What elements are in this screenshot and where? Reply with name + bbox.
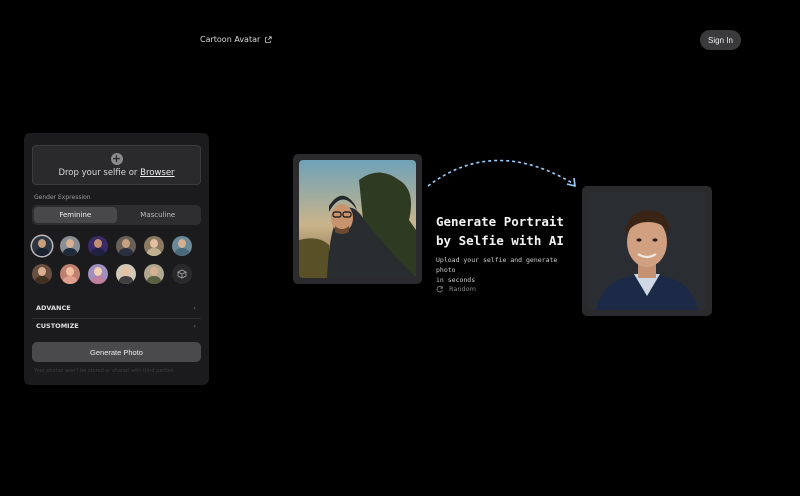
tab-feminine[interactable]: Feminine [34, 207, 117, 223]
dashed-arrow-icon [427, 159, 576, 188]
upload-drop-zone[interactable]: + Drop your selfie or Browser [32, 145, 201, 185]
tab-masculine[interactable]: Masculine [117, 207, 200, 223]
selfie-example-card [293, 154, 422, 284]
nav-cartoon-avatar-link[interactable]: Cartoon Avatar [200, 35, 272, 44]
cube-icon [177, 269, 187, 279]
avatar-option[interactable] [116, 264, 136, 284]
headline-line-1: Generate Portrait [436, 214, 564, 229]
refresh-icon [436, 286, 443, 293]
hero-subtext: Upload your selfie and generate photo in… [436, 255, 576, 285]
portrait-image [588, 192, 706, 310]
generator-panel: + Drop your selfie or Browser Gender Exp… [24, 133, 209, 385]
avatar-option[interactable] [32, 236, 52, 256]
hero-headline: Generate Portrait by Selfie with AI [436, 212, 576, 250]
drop-text: Drop your selfie or Browser [58, 168, 174, 178]
external-link-icon [265, 35, 272, 43]
avatar-option[interactable] [32, 264, 52, 284]
customize-section-toggle[interactable]: CUSTOMIZE ‹ [36, 322, 196, 330]
avatar-option[interactable] [172, 236, 192, 256]
chevron-left-icon: ‹ [193, 304, 196, 312]
random-label: Random [449, 285, 476, 293]
advance-label: ADVANCE [36, 304, 71, 312]
portrait-result-card [582, 186, 712, 316]
subtext-line-2: in seconds [436, 276, 476, 284]
avatar-option[interactable] [60, 264, 80, 284]
gender-expression-label: Gender Expression [34, 194, 91, 201]
selfie-image [299, 160, 416, 278]
gender-toggle: Feminine Masculine [32, 205, 201, 225]
customize-label: CUSTOMIZE [36, 322, 79, 330]
chevron-left-icon: ‹ [193, 322, 196, 330]
avatar-option[interactable] [88, 236, 108, 256]
divider [32, 318, 201, 319]
avatar-option[interactable] [144, 264, 164, 284]
avatar-style-grid [32, 236, 202, 284]
avatar-option[interactable] [88, 264, 108, 284]
nav-link-label: Cartoon Avatar [200, 35, 261, 44]
advance-section-toggle[interactable]: ADVANCE ‹ [36, 304, 196, 312]
subtext-line-1: Upload your selfie and generate photo [436, 256, 558, 274]
generate-photo-button[interactable]: Generate Photo [32, 342, 201, 362]
drop-prefix: Drop your selfie or [58, 167, 138, 178]
sign-in-button[interactable]: Sign In [700, 30, 741, 50]
avatar-option-3d[interactable] [172, 264, 192, 284]
avatar-option[interactable] [60, 236, 80, 256]
privacy-note: Your photos won't be stored or shared wi… [34, 368, 174, 374]
avatar-option[interactable] [144, 236, 164, 256]
random-button[interactable]: Random [436, 285, 476, 293]
headline-line-2: by Selfie with AI [436, 233, 564, 248]
browse-link[interactable]: Browser [140, 168, 174, 178]
plus-icon: + [110, 151, 123, 165]
avatar-option[interactable] [116, 236, 136, 256]
